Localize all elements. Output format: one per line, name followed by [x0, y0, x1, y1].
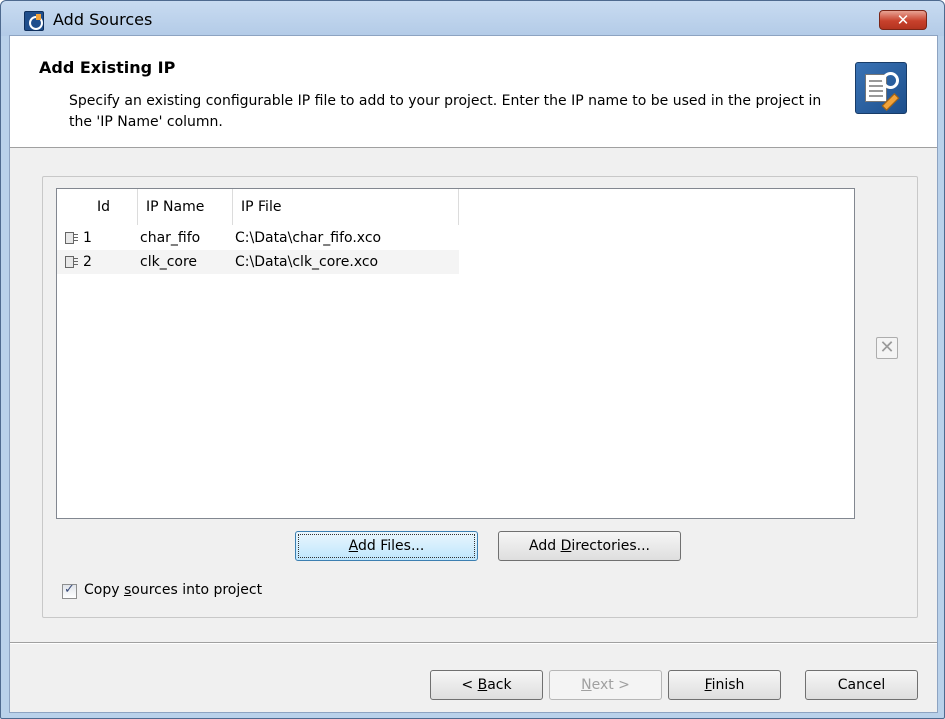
add-files-button[interactable]: Add Files... [295, 531, 478, 561]
column-header-ip-file[interactable]: IP File [233, 189, 459, 225]
add-sources-window: Add Sources ✕ Add Existing IP Specify an… [0, 0, 945, 719]
remove-source-button[interactable]: ✕ [876, 337, 898, 359]
row-ip-name[interactable]: clk_core [140, 250, 197, 274]
checkmark-icon: ✓ [64, 582, 75, 597]
add-ip-icon [855, 62, 907, 114]
page-description: Specify an existing configurable IP file… [69, 93, 822, 130]
table-row[interactable]: 2 clk_core C:\Data\clk_core.xco [57, 250, 459, 274]
footer-divider [10, 642, 937, 644]
ip-core-icon [65, 256, 78, 268]
copy-sources-label: Copy sources into project [84, 582, 263, 598]
cancel-button[interactable]: Cancel [805, 670, 918, 700]
finish-button[interactable]: Finish [668, 670, 781, 700]
table-row[interactable]: 1 char_fifo C:\Data\char_fifo.xco [57, 226, 459, 250]
wizard-header: Add Existing IP Specify an existing conf… [10, 36, 937, 148]
title-bar[interactable]: Add Sources ✕ [1, 1, 944, 36]
window-title: Add Sources [53, 10, 153, 29]
app-icon [24, 11, 44, 31]
ip-table[interactable]: Id IP Name IP File 1 char_fifo C:\Data\c… [56, 188, 855, 519]
copy-sources-checkbox[interactable]: ✓ [62, 582, 77, 599]
table-header: Id IP Name IP File [57, 189, 459, 225]
row-id: 2 [83, 254, 92, 270]
dialog-content: Add Existing IP Specify an existing conf… [9, 35, 938, 713]
ip-core-icon [65, 232, 78, 244]
sources-panel: Id IP Name IP File 1 char_fifo C:\Data\c… [42, 176, 918, 618]
add-directories-button[interactable]: Add Directories... [498, 531, 681, 561]
next-button[interactable]: Next > [549, 670, 662, 700]
back-button[interactable]: < Back [430, 670, 543, 700]
page-title: Add Existing IP [39, 58, 176, 77]
row-ip-name[interactable]: char_fifo [140, 226, 200, 250]
close-button[interactable]: ✕ [879, 10, 927, 30]
column-header-ip-name[interactable]: IP Name [138, 189, 233, 225]
column-header-id[interactable]: Id [89, 189, 138, 225]
row-id: 1 [83, 230, 92, 246]
row-ip-file: C:\Data\char_fifo.xco [235, 230, 382, 246]
row-ip-file: C:\Data\clk_core.xco [235, 254, 379, 270]
